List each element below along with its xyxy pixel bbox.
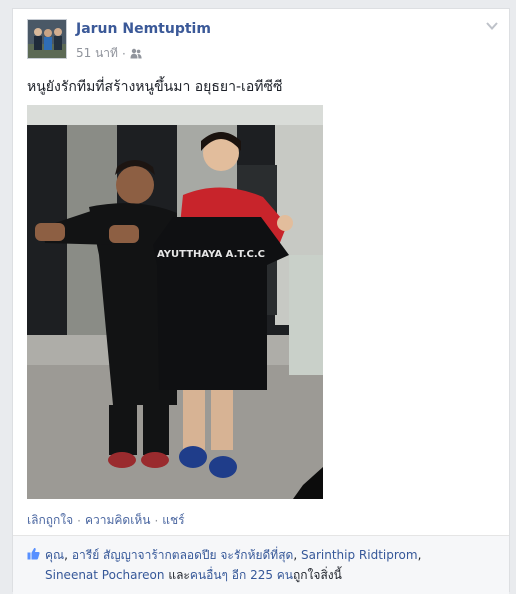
friends-icon[interactable] <box>130 48 142 59</box>
likes-suffix: ถูกใจสิ่งนี้ <box>293 568 342 582</box>
meta-separator: · <box>121 46 126 61</box>
avatar-image <box>28 20 66 58</box>
post-card: Jarun Nemtuptim 51 นาที · หนูยังรักทีมที… <box>12 8 510 594</box>
share-link[interactable]: แชร์ <box>162 511 184 530</box>
post-actions: เลิกถูกใจ · ความคิดเห็น · แชร์ <box>27 511 185 530</box>
author-name[interactable]: Jarun Nemtuptim <box>76 21 211 37</box>
likes-comma-3: , <box>417 548 422 562</box>
likes-comma-1: , <box>64 548 72 562</box>
like-you[interactable]: คุณ <box>45 548 64 562</box>
like-others[interactable]: คนอื่นๆ อีก 225 คน <box>190 568 293 582</box>
chevron-down-icon[interactable] <box>485 20 499 32</box>
likes-text: คุณ, อารีย์ สัญญาจาร้ากตลอดปีย จะรักห้ยด… <box>45 545 485 585</box>
unlike-link[interactable]: เลิกถูกใจ <box>27 511 73 530</box>
post-caption: หนูยังรักทีมที่สร้างหนูขึ้นมา อยุธยา-เอท… <box>27 79 283 95</box>
photo-image: AYUTTHAYA A.T.C.C <box>27 105 323 499</box>
like-person-1[interactable]: อารีย์ สัญญาจาร้ากตลอดปีย จะรักห้ยดีที่ส… <box>72 548 294 562</box>
likes-and: และ <box>164 568 190 582</box>
comment-link[interactable]: ความคิดเห็น <box>85 511 150 530</box>
shirt-text: AYUTTHAYA A.T.C.C <box>157 249 265 260</box>
author-avatar[interactable] <box>27 19 67 59</box>
like-person-3[interactable]: Sineenat Pochareon <box>45 568 165 582</box>
actions-separator-1: · <box>77 513 81 528</box>
post-meta: 51 นาที · <box>76 44 142 63</box>
likes-summary: คุณ, อารีย์ สัญญาจาร้ากตลอดปีย จะรักห้ยด… <box>13 535 509 594</box>
post-photo[interactable]: AYUTTHAYA A.T.C.C <box>27 105 323 499</box>
thumbs-up-icon <box>27 547 40 560</box>
actions-separator-2: · <box>154 513 159 528</box>
likes-comma-2: , <box>293 548 301 562</box>
like-person-2[interactable]: Sarinthip Ridtiprom <box>301 548 418 562</box>
post-timestamp[interactable]: 51 นาที <box>76 44 118 63</box>
